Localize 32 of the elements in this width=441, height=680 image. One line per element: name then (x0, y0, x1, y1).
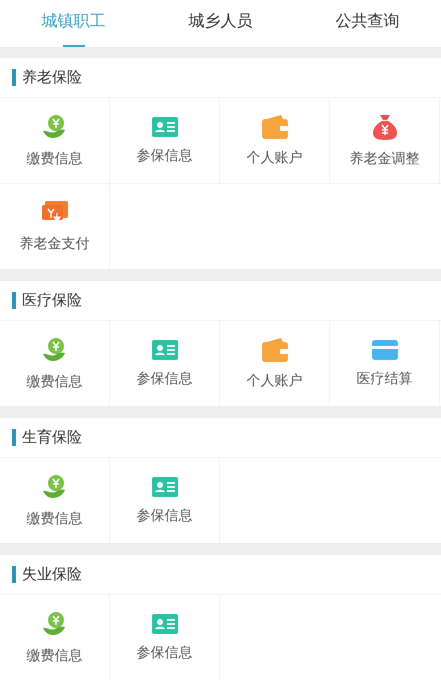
id-card-icon (152, 476, 178, 496)
menu-item[interactable]: 个人账户 (220, 321, 330, 406)
tab-indicator (62, 45, 84, 47)
section-title: 医疗保险 (22, 291, 82, 310)
menu-item[interactable]: 医疗结算 (330, 321, 440, 406)
menu-item[interactable]: 参保信息 (110, 458, 220, 543)
section-title: 生育保险 (22, 428, 82, 447)
wallet-icon (262, 338, 288, 362)
menu-item[interactable]: 养老金支付 (0, 184, 110, 269)
menu-item[interactable]: 养老金调整 (330, 98, 440, 183)
tab[interactable]: 城乡人员 (147, 0, 294, 47)
section-marker (12, 292, 16, 309)
menu-item[interactable]: 缴费信息 (0, 321, 110, 406)
id-card-icon (152, 116, 178, 136)
menu-item[interactable]: 缴费信息 (0, 98, 110, 183)
section-title: 失业保险 (22, 565, 82, 584)
id-card-icon (152, 614, 178, 634)
menu-item[interactable]: 参保信息 (110, 98, 220, 183)
id-card-icon (152, 340, 178, 360)
menu-item[interactable]: 缴费信息 (0, 595, 110, 680)
section-title: 养老保险 (22, 68, 82, 87)
money-bag-icon (372, 114, 398, 140)
bank-card-icon (372, 340, 398, 360)
menu-item[interactable]: 参保信息 (110, 595, 220, 680)
section-marker (12, 69, 16, 86)
tab[interactable]: 公共查询 (294, 0, 441, 47)
menu-item[interactable]: 个人账户 (220, 98, 330, 183)
wallet-icon (262, 114, 288, 138)
section-marker (12, 566, 16, 583)
menu-item[interactable]: 参保信息 (110, 321, 220, 406)
menu-item[interactable]: 缴费信息 (0, 458, 110, 543)
section-marker (12, 429, 16, 446)
